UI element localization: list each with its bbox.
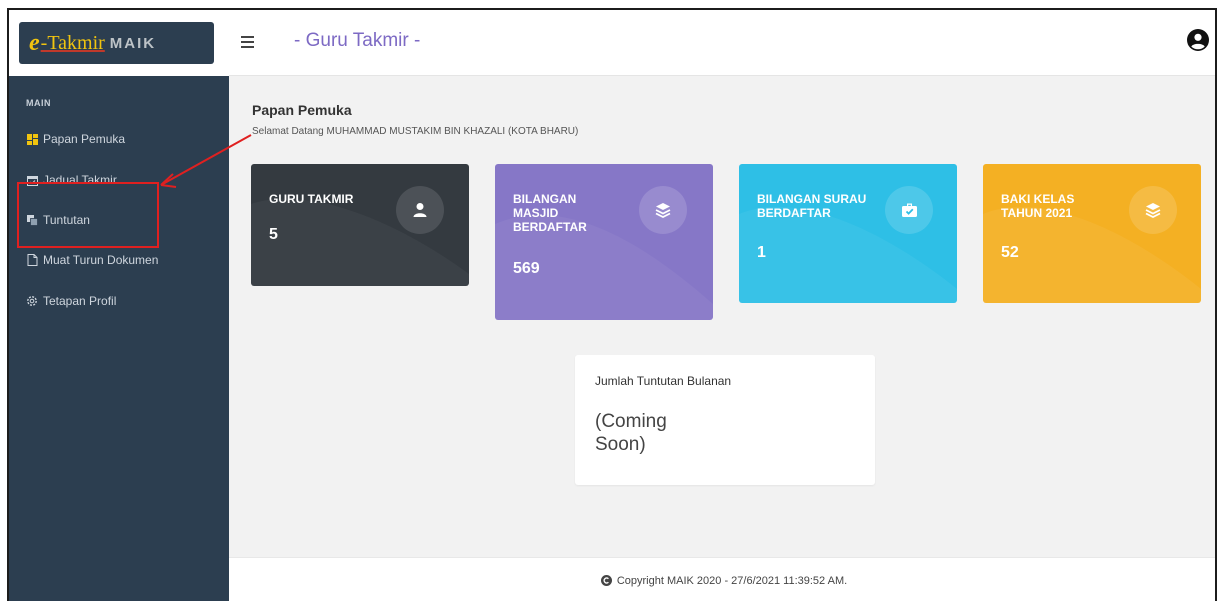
- card-wave-decoration: [983, 206, 1201, 303]
- stat-card-bilangan-masjid[interactable]: BILANGAN MASJID BERDAFTAR 569: [495, 164, 713, 320]
- sidebar-item-papan-pemuka[interactable]: Papan Pemuka: [26, 132, 125, 146]
- logo[interactable]: e -Takmir MAIK: [19, 22, 214, 64]
- gear-icon: [26, 295, 38, 307]
- card-value: 52: [1001, 244, 1019, 261]
- logo-e: e: [29, 29, 40, 56]
- monthly-claims-card: Jumlah Tuntutan Bulanan (Coming Soon): [575, 355, 875, 485]
- page-title: Papan Pemuka: [252, 102, 352, 118]
- sidebar-item-label: Papan Pemuka: [43, 132, 126, 146]
- footer: Copyright MAIK 2020 - 27/6/2021 11:39:52…: [229, 557, 1215, 601]
- topbar: - Guru Takmir -: [229, 10, 1215, 76]
- copyright-icon: [600, 575, 612, 586]
- sidebar-item-label: Muat Turun Dokumen: [43, 253, 159, 267]
- layers-icon: [639, 186, 687, 234]
- logo-area[interactable]: e -Takmir MAIK: [9, 10, 229, 76]
- sidebar-item-label: Tetapan Profil: [43, 294, 117, 308]
- main-content: Papan Pemuka Selamat Datang MUHAMMAD MUS…: [229, 76, 1215, 557]
- annotation-highlight-box: [17, 182, 159, 248]
- stat-card-bilangan-surau[interactable]: BILANGAN SURAU BERDAFTAR 1: [739, 164, 957, 303]
- card-value: 5: [269, 226, 278, 243]
- monthly-claims-value: (Coming Soon): [595, 411, 667, 455]
- card-label: GURU TAKMIR: [269, 192, 354, 206]
- welcome-text: Selamat Datang MUHAMMAD MUSTAKIM BIN KHA…: [252, 126, 579, 137]
- sidebar-item-tetapan-profil[interactable]: Tetapan Profil: [26, 294, 116, 308]
- monthly-claims-title: Jumlah Tuntutan Bulanan: [595, 374, 732, 388]
- card-label: BAKI KELAS TAHUN 2021: [1001, 192, 1075, 220]
- app-window: e -Takmir MAIK MAIN Papan Pemuka Jadual …: [7, 8, 1217, 601]
- card-value: 569: [513, 260, 540, 277]
- layers-icon: [1129, 186, 1177, 234]
- card-wave-decoration: [495, 215, 713, 320]
- logo-takmir: -Takmir: [40, 31, 105, 54]
- topbar-title: - Guru Takmir -: [294, 30, 421, 51]
- stat-card-guru-takmir[interactable]: GURU TAKMIR 5: [251, 164, 469, 286]
- menu-heading: MAIN: [26, 98, 51, 108]
- card-value: 1: [757, 244, 766, 261]
- hamburger-menu-icon[interactable]: [241, 36, 254, 48]
- user-account-icon[interactable]: [1187, 29, 1209, 51]
- briefcase-check-icon: [885, 186, 933, 234]
- document-icon: [26, 254, 38, 266]
- sidebar-item-muat-turun-dokumen[interactable]: Muat Turun Dokumen: [26, 253, 158, 267]
- card-label: BILANGAN SURAU BERDAFTAR: [757, 192, 867, 220]
- logo-maik: MAIK: [109, 34, 157, 52]
- stat-card-baki-kelas[interactable]: BAKI KELAS TAHUN 2021 52: [983, 164, 1201, 303]
- card-label: BILANGAN MASJID BERDAFTAR: [513, 192, 587, 234]
- footer-copyright: Copyright MAIK 2020 - 27/6/2021 11:39:52…: [616, 574, 848, 587]
- sidebar: e -Takmir MAIK MAIN Papan Pemuka Jadual …: [9, 10, 229, 601]
- card-wave-decoration: [739, 206, 957, 303]
- user-icon: [396, 186, 444, 234]
- dashboard-icon: [26, 133, 38, 145]
